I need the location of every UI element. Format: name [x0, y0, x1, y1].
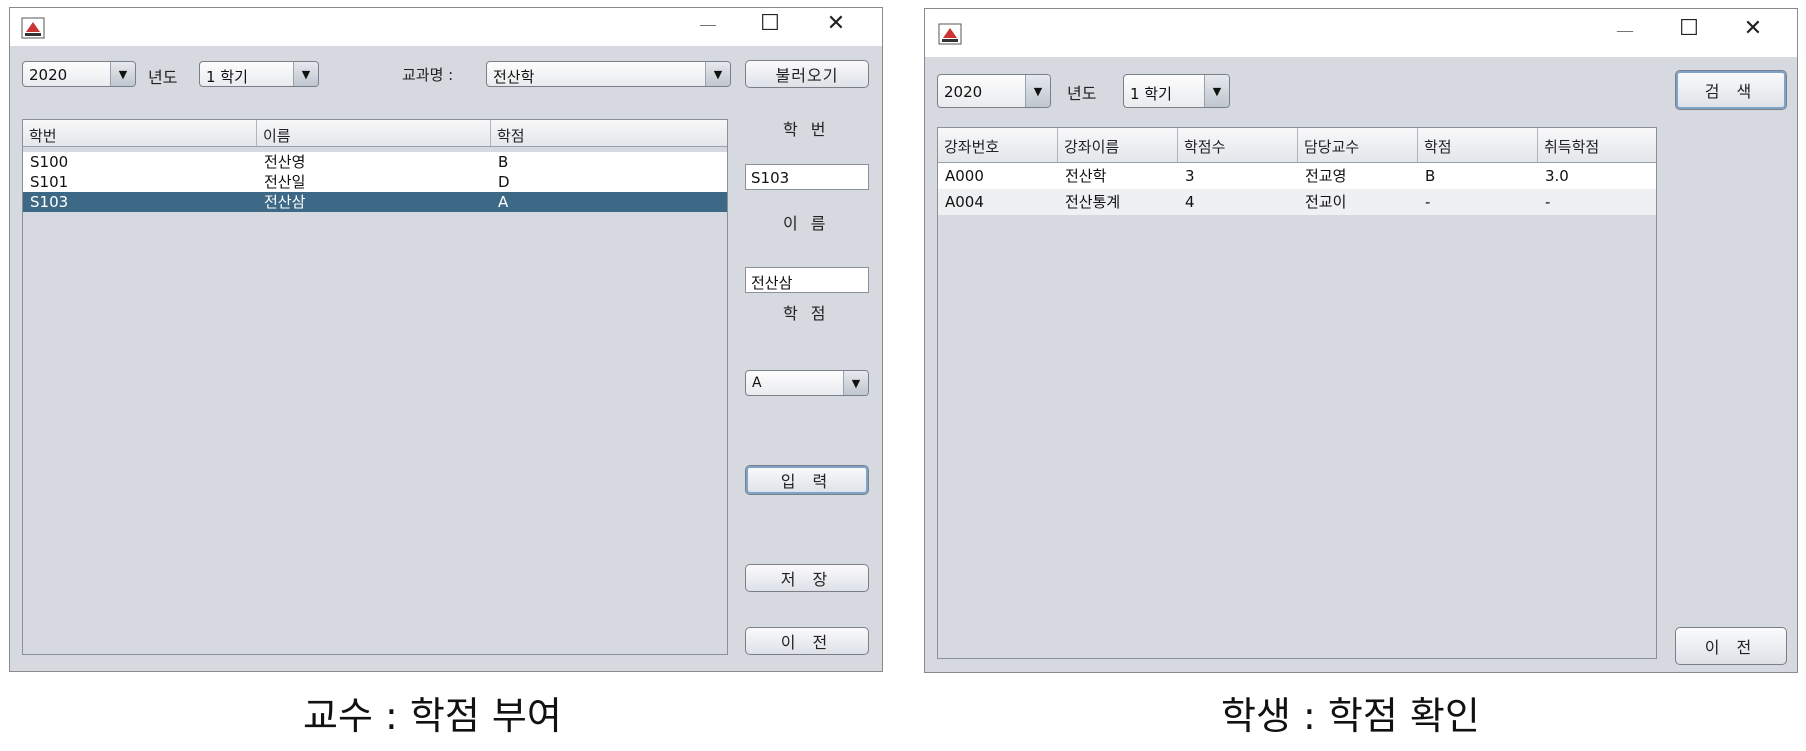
close-button[interactable]: ✕: [818, 11, 854, 36]
table-header: 학번 이름 학점: [23, 120, 727, 147]
name-field[interactable]: 전산삼: [745, 267, 869, 293]
table-row[interactable]: S100 전산영 B: [23, 152, 727, 172]
table-row[interactable]: A000 전산학 3 전교영 B 3.0: [938, 163, 1656, 189]
table-row[interactable]: S101 전산일 D: [23, 172, 727, 192]
table-cell: A: [498, 193, 509, 211]
year-label: 년도: [1067, 84, 1097, 103]
maximize-button[interactable]: ☐: [752, 11, 788, 36]
year-combo[interactable]: 2020 ▼: [22, 61, 136, 87]
grade-label: 학 점: [783, 304, 830, 323]
table-cell: 전교이: [1305, 193, 1347, 211]
table-cell: A004: [945, 193, 984, 211]
table-cell: 전산삼: [264, 193, 306, 211]
semester-value: 1 학기: [206, 68, 248, 86]
professor-window: — ☐ ✕ 2020 ▼ 년도 1 학기 ▼ 교과명 : 전산학 ▼ 불러오기 …: [9, 7, 883, 672]
search-button[interactable]: 검 색: [1675, 70, 1787, 110]
grade-table: 학번 이름 학점 S100 전산영 B S101 전산일 D S103 전산삼: [22, 119, 728, 655]
table-cell: S103: [30, 193, 69, 211]
table-header: 강좌번호 강좌이름 학점수 담당교수 학점 취득학점: [938, 128, 1656, 163]
table-cell: B: [1425, 167, 1436, 185]
professor-content: 2020 ▼ 년도 1 학기 ▼ 교과명 : 전산학 ▼ 불러오기 학번 이름 …: [10, 46, 882, 671]
column-header[interactable]: 취득학점: [1538, 128, 1656, 162]
table-body: A000 전산학 3 전교영 B 3.0 A004 전산통계 4 전교이 - -: [938, 163, 1656, 215]
chevron-down-icon[interactable]: ▼: [843, 371, 868, 395]
table-cell: 3: [1185, 167, 1195, 185]
java-app-icon: [938, 23, 962, 45]
course-label: 교과명 :: [402, 66, 454, 84]
caption-student: 학생 : 학점 확인: [1221, 694, 1480, 738]
column-header[interactable]: 학점: [491, 120, 727, 146]
table-cell: 3.0: [1545, 167, 1569, 185]
grade-combo[interactable]: A ▼: [745, 370, 869, 396]
maximize-button[interactable]: ☐: [1671, 16, 1707, 41]
table-cell: 전산학: [1065, 167, 1107, 185]
caption-professor: 교수 : 학점 부여: [303, 694, 562, 738]
table-cell: D: [498, 173, 510, 191]
course-table: 강좌번호 강좌이름 학점수 담당교수 학점 취득학점 A000 전산학 3 전교…: [937, 127, 1657, 659]
column-header[interactable]: 이름: [257, 120, 491, 146]
column-header[interactable]: 강좌이름: [1058, 128, 1178, 162]
chevron-down-icon[interactable]: ▼: [705, 62, 730, 86]
column-header[interactable]: 학번: [23, 120, 257, 146]
column-header[interactable]: 학점: [1418, 128, 1538, 162]
semester-combo[interactable]: 1 학기 ▼: [1123, 74, 1230, 108]
course-value: 전산학: [493, 68, 535, 86]
student-content: 2020 ▼ 년도 1 학기 ▼ 검 색 강좌번호 강좌이름 학점수 담당교수 …: [925, 57, 1797, 672]
column-header[interactable]: 학점수: [1178, 128, 1298, 162]
year-label: 년도: [148, 68, 178, 87]
semester-combo[interactable]: 1 학기 ▼: [199, 61, 319, 87]
table-cell: S100: [30, 153, 69, 171]
table-cell: 전산통계: [1065, 193, 1121, 211]
year-value: 2020: [944, 83, 983, 101]
column-header[interactable]: 담당교수: [1298, 128, 1418, 162]
table-row[interactable]: A004 전산통계 4 전교이 - -: [938, 189, 1656, 215]
table-body: S100 전산영 B S101 전산일 D S103 전산삼 A: [23, 152, 727, 212]
year-combo[interactable]: 2020 ▼: [937, 74, 1051, 108]
chevron-down-icon[interactable]: ▼: [1204, 75, 1229, 107]
back-button[interactable]: 이 전: [1675, 627, 1787, 665]
minimize-button[interactable]: —: [690, 14, 726, 35]
java-app-icon: [21, 17, 45, 39]
student-window: — ☐ ✕ 2020 ▼ 년도 1 학기 ▼ 검 색 강좌번호 강좌이름 학점수…: [924, 8, 1798, 673]
save-button[interactable]: 저 장: [745, 564, 869, 592]
year-value: 2020: [29, 66, 68, 84]
table-row-selected[interactable]: S103 전산삼 A: [23, 192, 727, 212]
table-cell: 전교영: [1305, 167, 1347, 185]
table-cell: -: [1545, 193, 1551, 211]
student-id-field[interactable]: S103: [745, 164, 869, 190]
chevron-down-icon[interactable]: ▼: [1025, 75, 1050, 107]
column-header[interactable]: 강좌번호: [938, 128, 1058, 162]
enter-button[interactable]: 입 력: [745, 465, 869, 495]
table-cell: 4: [1185, 193, 1195, 211]
course-combo[interactable]: 전산학 ▼: [486, 61, 731, 87]
semester-value: 1 학기: [1130, 85, 1172, 103]
minimize-button[interactable]: —: [1607, 20, 1643, 41]
table-cell: -: [1425, 193, 1431, 211]
close-button[interactable]: ✕: [1735, 16, 1771, 41]
table-cell: A000: [945, 167, 984, 185]
load-button[interactable]: 불러오기: [745, 60, 869, 88]
chevron-down-icon[interactable]: ▼: [293, 62, 318, 86]
table-cell: 전산영: [264, 153, 306, 171]
name-label: 이 름: [783, 214, 830, 233]
back-button[interactable]: 이 전: [745, 627, 869, 655]
student-titlebar: — ☐ ✕: [925, 9, 1797, 57]
table-cell: S101: [30, 173, 69, 191]
table-cell: B: [498, 153, 509, 171]
student-id-label: 학 번: [783, 120, 830, 139]
grade-value: A: [752, 375, 762, 391]
table-cell: 전산일: [264, 173, 306, 191]
chevron-down-icon[interactable]: ▼: [110, 62, 135, 86]
professor-titlebar: — ☐ ✕: [10, 8, 882, 46]
